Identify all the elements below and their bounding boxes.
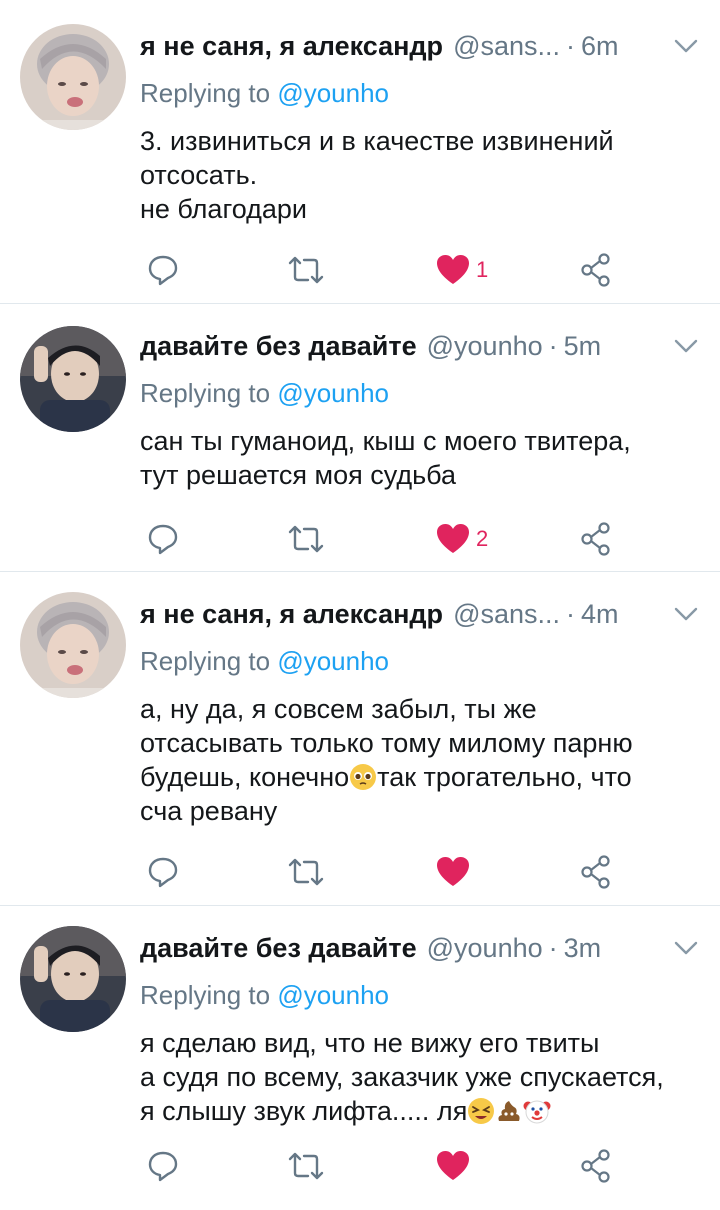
tweet-text: 3. извиниться и в качестве извинений отс…: [140, 126, 614, 224]
display-name[interactable]: я не саня, я александр: [140, 31, 443, 62]
reply-icon[interactable]: [146, 852, 180, 892]
username[interactable]: @younho: [427, 331, 543, 362]
share-icon[interactable]: [580, 250, 612, 290]
like-button[interactable]: [436, 1146, 476, 1186]
heart-icon: [437, 1151, 469, 1180]
timestamp[interactable]: 4m: [581, 599, 619, 630]
retweet-icon[interactable]: [286, 1146, 326, 1186]
retweet-icon[interactable]: [286, 852, 326, 892]
username[interactable]: @sans...: [453, 599, 560, 630]
heart-icon: [437, 524, 469, 553]
tweet-actions: 1: [140, 250, 640, 290]
mention-link[interactable]: @younho: [277, 78, 389, 108]
tweet-header: я не саня, я александр @sans... · 4m: [140, 596, 700, 632]
avatar[interactable]: [20, 926, 126, 1032]
tweet[interactable]: я не саня, я александр @sans... · 4m Rep…: [0, 572, 720, 905]
display-name[interactable]: я не саня, я александр: [140, 599, 443, 630]
heart-icon: [437, 255, 469, 284]
like-button[interactable]: [436, 852, 476, 892]
clown-face-emoji: [523, 1100, 551, 1124]
poop-emoji: [498, 1101, 520, 1121]
retweet-icon[interactable]: [286, 519, 326, 559]
timestamp[interactable]: 6m: [581, 31, 619, 62]
tweet-actions: [140, 1146, 640, 1186]
like-count: 2: [476, 526, 489, 551]
share-icon[interactable]: [580, 852, 612, 892]
reply-icon[interactable]: [146, 519, 180, 559]
timestamp[interactable]: 3m: [564, 933, 602, 964]
display-name[interactable]: давайте без давайте: [140, 933, 417, 964]
mention-link[interactable]: @younho: [277, 980, 389, 1010]
username[interactable]: @younho: [427, 933, 543, 964]
tweet[interactable]: давайте без давайте @younho · 3m Replyin…: [0, 906, 720, 1210]
chevron-down-icon[interactable]: [672, 332, 700, 360]
like-button[interactable]: 2: [436, 519, 488, 559]
pleading-face-emoji: [350, 764, 377, 790]
mention-link[interactable]: @younho: [277, 646, 389, 676]
tweet-text: я сделаю вид, что не вижу его твиты а су…: [140, 1028, 664, 1126]
chevron-down-icon[interactable]: [672, 934, 700, 962]
replying-to: Replying to @younho: [140, 378, 390, 408]
share-icon[interactable]: [580, 519, 612, 559]
timestamp[interactable]: 5m: [564, 331, 602, 362]
mention-link[interactable]: @younho: [277, 378, 389, 408]
tweet-text: а, ну да, я совсем забыл, ты же отсасыва…: [140, 694, 633, 826]
tweet-actions: 2: [140, 519, 640, 559]
tweet-feed: я не саня, я александр @sans... · 6m Rep…: [0, 0, 720, 1210]
reply-icon[interactable]: [146, 1146, 180, 1186]
tweet-actions: [140, 852, 640, 892]
tweet-header: давайте без давайте @younho · 5m: [140, 328, 700, 364]
replying-to: Replying to @younho: [140, 980, 390, 1010]
tweet[interactable]: я не саня, я александр @sans... · 6m Rep…: [0, 0, 720, 303]
tweet-text: сан ты гуманоид, кыш с моего твитера, ту…: [140, 426, 631, 490]
tweet-header: давайте без давайте @younho · 3m: [140, 930, 700, 966]
avatar[interactable]: [20, 24, 126, 130]
share-icon[interactable]: [580, 1146, 612, 1186]
tired-face-emoji: [468, 1098, 495, 1124]
chevron-down-icon[interactable]: [672, 600, 700, 628]
chevron-down-icon[interactable]: [672, 32, 700, 60]
like-button[interactable]: 1: [436, 250, 488, 290]
reply-icon[interactable]: [146, 250, 180, 290]
tweet-header: я не саня, я александр @sans... · 6m: [140, 28, 700, 64]
avatar[interactable]: [20, 326, 126, 432]
display-name[interactable]: давайте без давайте: [140, 331, 417, 362]
avatar[interactable]: [20, 592, 126, 698]
username[interactable]: @sans...: [453, 31, 560, 62]
replying-to: Replying to @younho: [140, 646, 390, 676]
tweet[interactable]: давайте без давайте @younho · 5m Replyin…: [0, 304, 720, 571]
retweet-icon[interactable]: [286, 250, 326, 290]
like-count: 1: [476, 257, 489, 282]
replying-to: Replying to @younho: [140, 78, 390, 108]
heart-icon: [437, 857, 469, 886]
